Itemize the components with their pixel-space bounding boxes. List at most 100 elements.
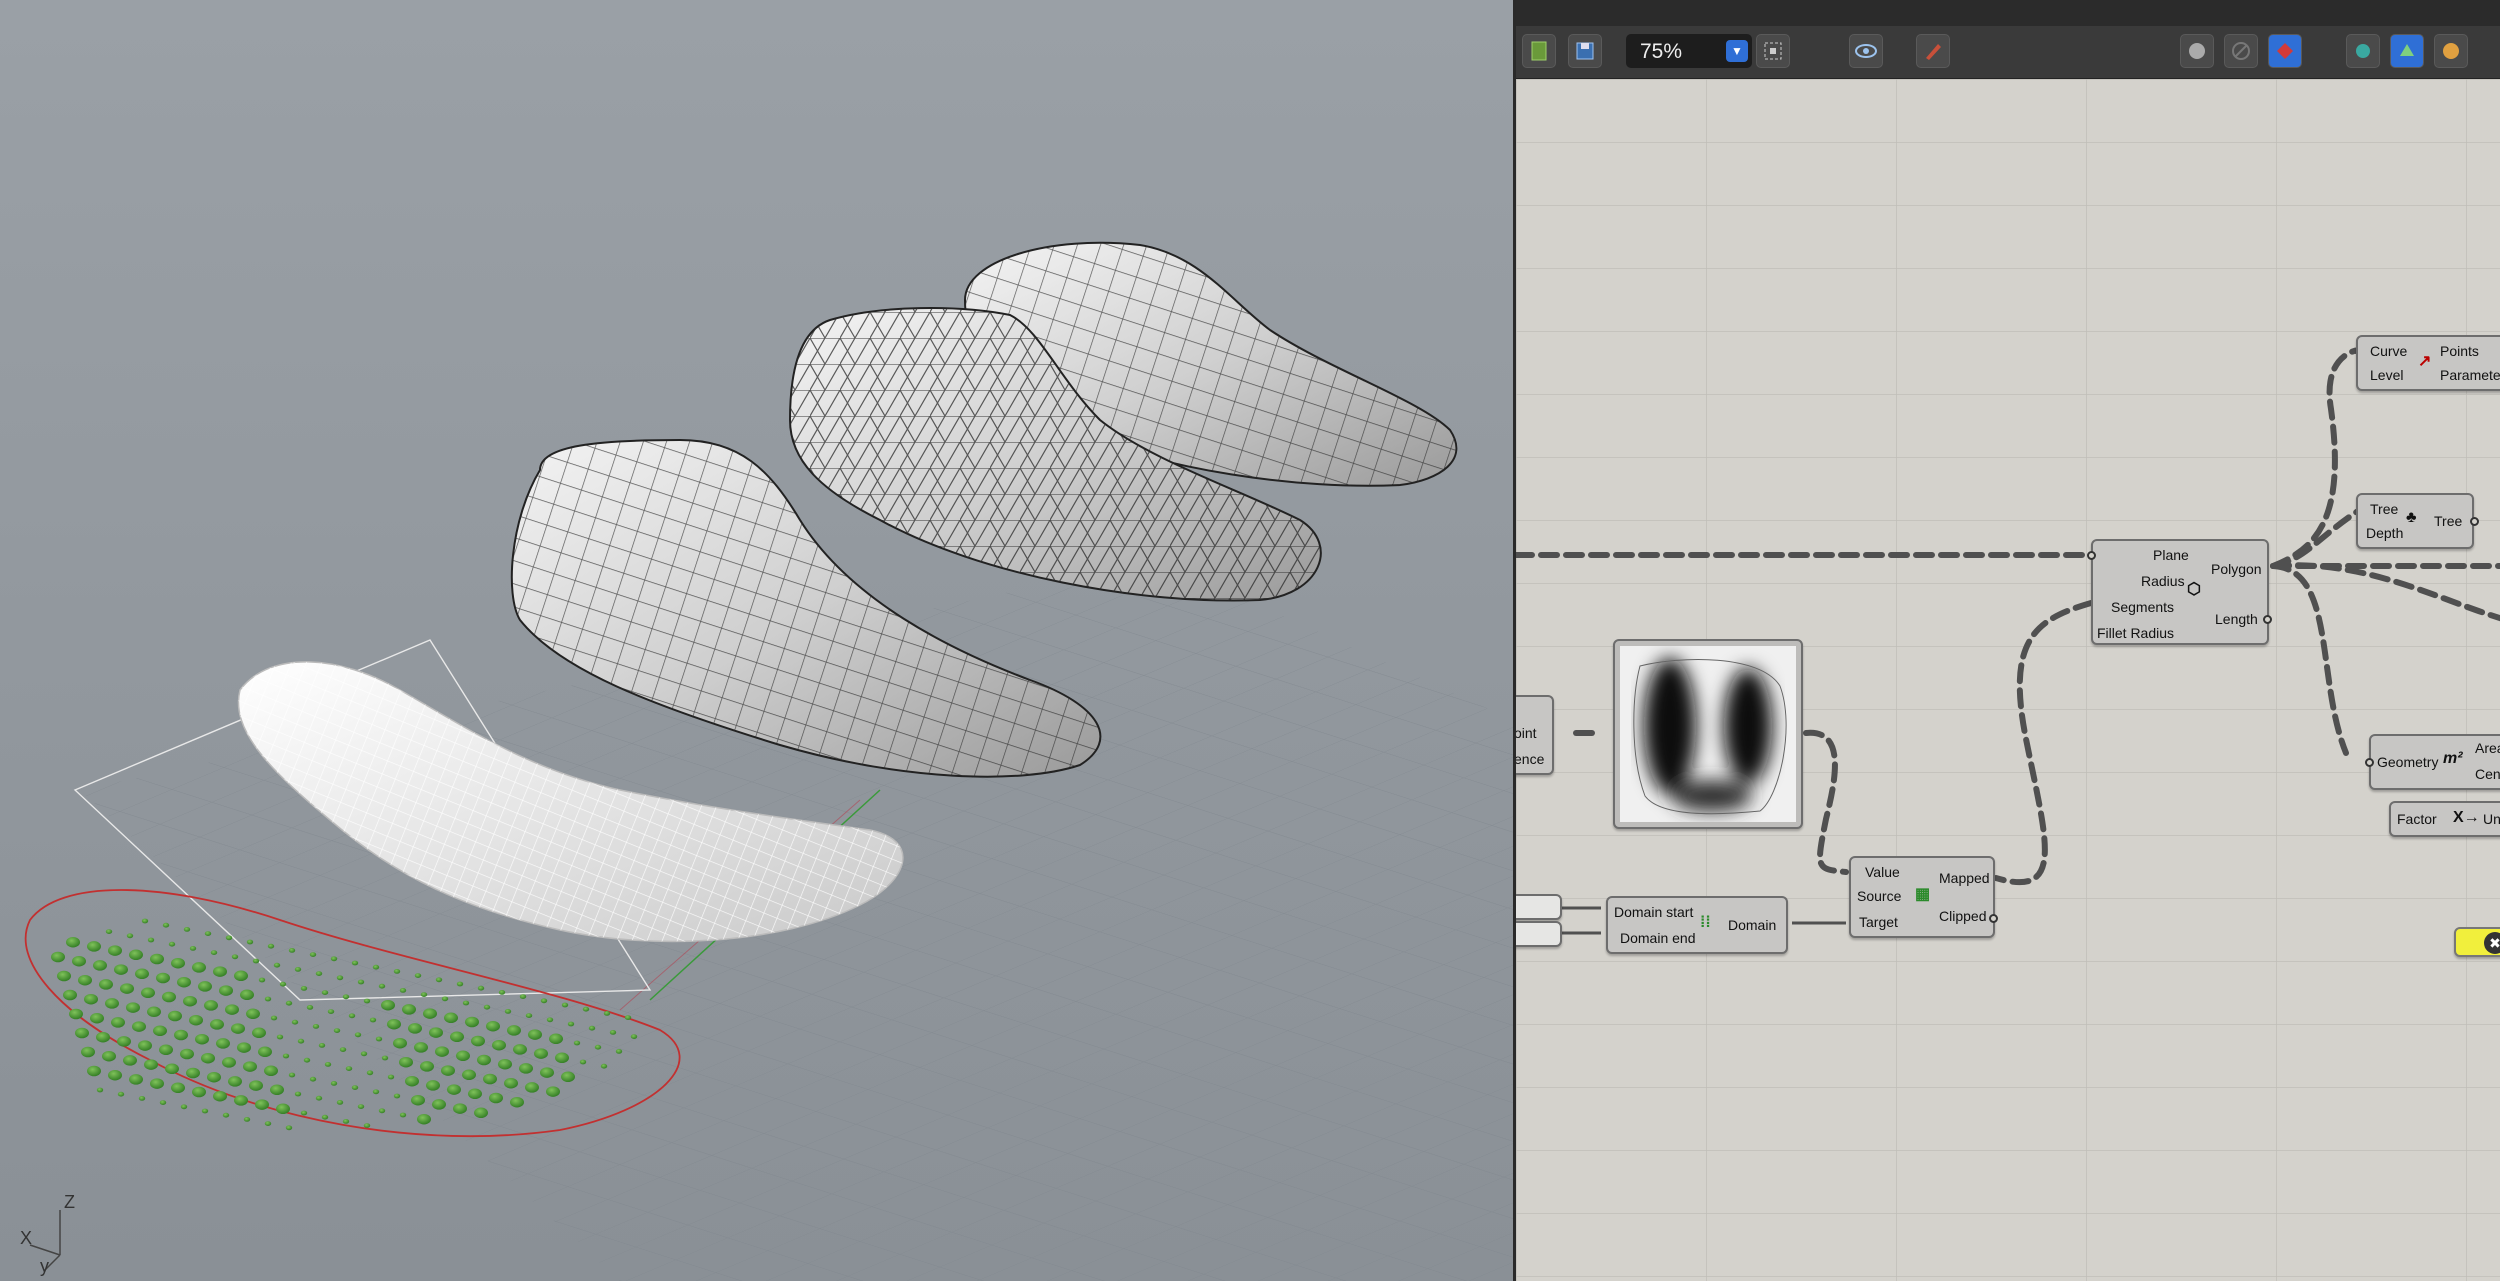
insole-dot xyxy=(399,988,407,993)
zoom-select[interactable]: 75% ▼ xyxy=(1626,34,1752,68)
insole-dot xyxy=(243,1117,251,1122)
insole-dot xyxy=(108,945,122,956)
area-node[interactable]: Geometry m² Area Cent xyxy=(2365,734,2500,790)
insole-dot xyxy=(429,1027,443,1038)
save-icon[interactable] xyxy=(1568,34,1602,68)
insole-dot xyxy=(132,1021,146,1032)
insole-dot xyxy=(300,986,308,991)
polygon-input-port[interactable] xyxy=(2087,551,2096,560)
insole-dot xyxy=(381,1055,389,1061)
insole-dot xyxy=(264,1121,272,1126)
insole-dot xyxy=(228,1076,242,1087)
close-icon[interactable]: ✖ xyxy=(2484,932,2500,954)
insole-dot xyxy=(234,970,248,982)
insole-dot xyxy=(159,1044,173,1056)
insole-dot xyxy=(105,998,119,1009)
red-gem-icon[interactable] xyxy=(2268,34,2302,68)
tree-statistics-node[interactable]: Tree Depth ♣ Tree xyxy=(2356,493,2479,549)
insole-dot xyxy=(546,1086,560,1097)
insole-dot xyxy=(201,1052,215,1064)
image-sampler-node[interactable] xyxy=(1613,639,1803,829)
area-output-area: Area xyxy=(2475,740,2500,756)
insole-dot xyxy=(243,1061,257,1072)
toggle-node[interactable]: ✖ xyxy=(2454,927,2500,957)
insole-dot xyxy=(582,1006,590,1012)
area-input-port[interactable] xyxy=(2365,758,2374,767)
insole-dot xyxy=(441,996,449,1002)
partial-left-label-2: ence xyxy=(1514,751,1545,767)
insole-dot xyxy=(288,1072,296,1078)
insole-dot xyxy=(603,1011,611,1016)
zoom-value: 75% xyxy=(1640,40,1683,63)
insole-dot xyxy=(225,1004,239,1015)
insole-dot xyxy=(222,1112,230,1118)
insole-dot xyxy=(126,933,134,939)
axis-x-label: X xyxy=(20,1228,33,1248)
insole-dot xyxy=(468,1088,482,1100)
sketch-pen-icon[interactable] xyxy=(1916,34,1950,68)
number-slider-b[interactable] xyxy=(1516,921,1562,947)
blue-shape-icon[interactable] xyxy=(2390,34,2424,68)
insole-dot xyxy=(237,1042,251,1053)
insole-dot xyxy=(288,948,296,953)
insole-dot xyxy=(444,1012,458,1024)
divide-curve-node[interactable]: Curve Level ↗ Points Parameters xyxy=(2356,335,2500,391)
insole-dot xyxy=(282,1053,290,1059)
insole-dot xyxy=(309,1076,317,1082)
partial-left-node[interactable]: oint ence xyxy=(1514,695,1554,775)
divide-curve-output-points: Points xyxy=(2440,343,2479,359)
number-slider-a[interactable] xyxy=(1516,894,1562,920)
remap-input-target: Target xyxy=(1859,914,1898,930)
zoom-extents-icon[interactable] xyxy=(1756,34,1790,68)
wireframe-disable-icon[interactable] xyxy=(2224,34,2258,68)
insole-dot xyxy=(111,1017,125,1028)
polygon-length-port[interactable] xyxy=(2263,615,2272,624)
insole-dot xyxy=(270,1015,278,1021)
insole-dot xyxy=(117,1036,131,1047)
insole-dot xyxy=(327,1009,335,1014)
domain-input-end: Domain end xyxy=(1620,930,1696,946)
unit-x-node[interactable]: Factor X→ Unit xyxy=(2389,801,2500,837)
tree-output-port[interactable] xyxy=(2470,517,2479,526)
insole-dot xyxy=(393,1037,407,1049)
insole-dot xyxy=(192,1086,206,1098)
insole-dot xyxy=(372,1089,380,1095)
insole-dot xyxy=(210,1019,224,1030)
insole-dot xyxy=(513,1044,527,1055)
insole-dot xyxy=(420,1061,434,1072)
remap-clipped-port[interactable] xyxy=(1989,914,1998,923)
insole-dot xyxy=(219,985,233,996)
insole-dot xyxy=(393,1093,401,1099)
insole-dot xyxy=(420,992,428,997)
insole-dot xyxy=(57,970,71,982)
insole-dot xyxy=(363,1123,371,1128)
insole-dot xyxy=(273,962,281,968)
new-file-icon[interactable] xyxy=(1522,34,1556,68)
insole-dot xyxy=(318,1043,326,1048)
polygon-input-fillet-radius: Fillet Radius xyxy=(2097,625,2175,641)
insole-dot xyxy=(213,966,227,977)
remap-numbers-node[interactable]: Value Source Target ▦ Mapped Clipped xyxy=(1849,856,1998,938)
insole-dot xyxy=(519,1063,533,1074)
construct-domain-node[interactable]: Domain start Domain end ⁞⁞ Domain xyxy=(1606,896,1788,954)
teal-shape-icon[interactable] xyxy=(2346,34,2380,68)
orange-sphere-icon[interactable] xyxy=(2434,34,2468,68)
insole-dot xyxy=(102,1050,116,1062)
tree-input-depth: Depth xyxy=(2366,525,2404,541)
rhino-viewport[interactable]: Z X y xyxy=(0,0,1513,1281)
preview-eye-icon[interactable] xyxy=(1849,34,1883,68)
polygon-node[interactable]: Plane Radius Segments Fillet Radius ⬡ Po… xyxy=(2087,539,2272,645)
grasshopper-canvas[interactable]: Curve Level ↗ Points Parameters Tree Dep… xyxy=(1516,79,2500,1281)
insole-dot xyxy=(87,941,101,952)
insole-dot xyxy=(309,952,317,957)
insole-dot xyxy=(234,1095,248,1106)
chevron-down-icon[interactable]: ▼ xyxy=(1726,40,1748,62)
insole-dot xyxy=(528,1029,542,1040)
insole-dot xyxy=(339,1047,347,1052)
insole-dot xyxy=(300,1110,308,1116)
domain-output-domain: Domain xyxy=(1728,917,1777,933)
shaded-sphere-icon[interactable] xyxy=(2180,34,2214,68)
insole-dot xyxy=(561,1071,575,1083)
axis-y-label: y xyxy=(40,1256,49,1276)
insole-dot xyxy=(246,939,254,945)
